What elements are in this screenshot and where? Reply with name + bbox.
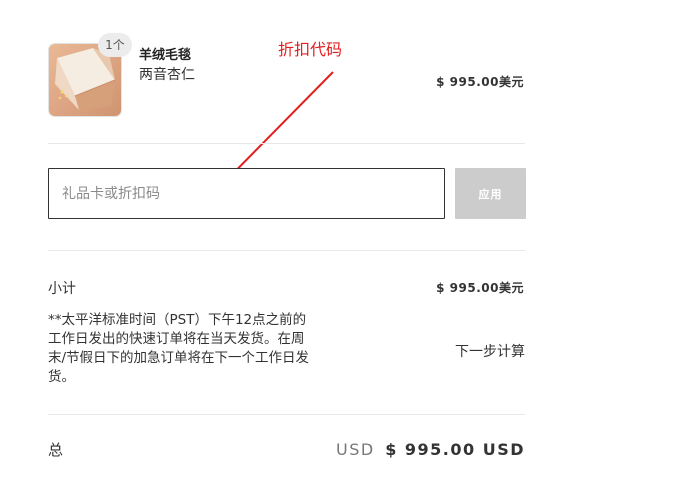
shipping-value: 下一步计算 <box>455 344 525 360</box>
divider <box>48 250 525 251</box>
total-label: 总 <box>48 441 64 459</box>
quantity-badge: 1个 <box>98 33 132 57</box>
divider <box>48 414 525 415</box>
annotation-label: 折扣代码 <box>278 40 343 59</box>
apply-button[interactable]: 应用 <box>455 168 526 219</box>
total-value: $ 995.00 USD <box>385 440 525 459</box>
product-price: $ 995.00美元 <box>436 75 524 89</box>
product-variant: 两音杏仁 <box>139 67 195 83</box>
subtotal-label: 小计 <box>48 281 76 297</box>
discount-code-input[interactable] <box>48 168 445 219</box>
divider <box>48 143 525 144</box>
subtotal-value: $ 995.00美元 <box>436 281 524 295</box>
product-name: 羊绒毛毯 <box>139 48 192 63</box>
shipping-note: **太平洋标准时间（PST）下午12点之前的工作日发出的快速订单将在当天发货。在… <box>48 312 310 385</box>
total-currency: USD <box>336 440 375 459</box>
